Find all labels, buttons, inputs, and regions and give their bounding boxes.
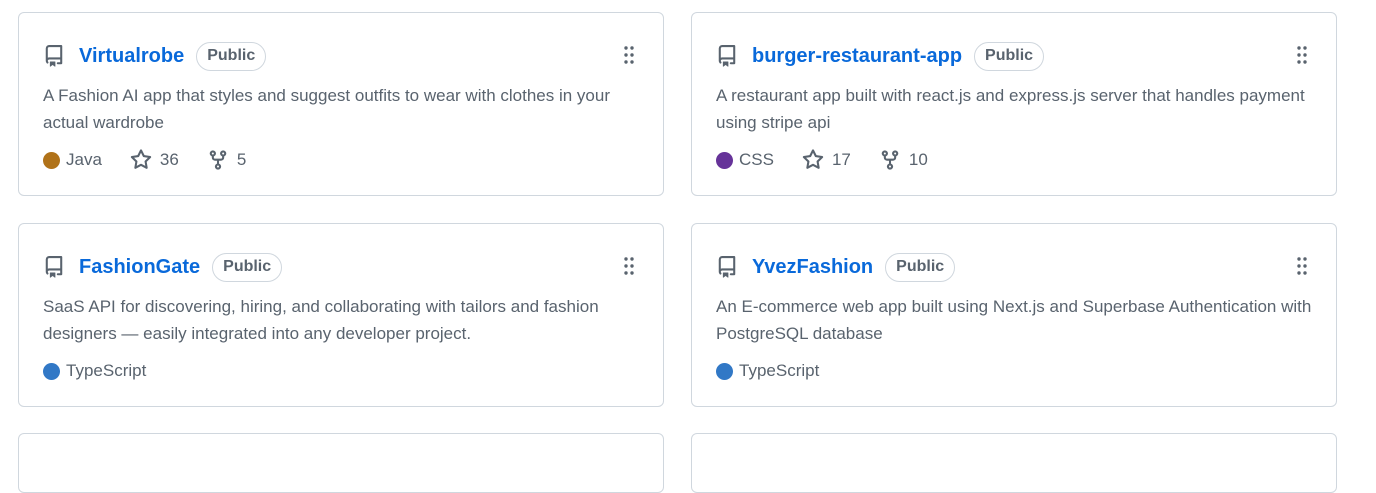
repo-card — [18, 433, 664, 493]
repo-icon — [716, 45, 738, 67]
repo-meta: TypeScript — [43, 359, 174, 383]
repo-meta: Java 36 5 — [43, 148, 274, 172]
repo-name-link[interactable]: Virtualrobe — [79, 45, 184, 68]
repo-language: TypeScript — [43, 361, 146, 381]
repo-meta: CSS 17 10 — [716, 148, 956, 172]
repo-icon — [43, 45, 65, 67]
stars-count: 17 — [831, 150, 851, 169]
repo-name-link[interactable]: YvezFashion — [752, 256, 873, 279]
repo-card: burger-restaurant-app Public A restauran… — [691, 12, 1337, 196]
repo-icon — [43, 256, 65, 278]
repo-language: TypeScript — [716, 361, 819, 381]
repo-card: Virtualrobe Public A Fashion AI app that… — [18, 12, 664, 196]
repo-card-header: FashionGate Public — [43, 252, 283, 282]
stars-link[interactable]: 17 — [802, 149, 851, 171]
visibility-badge: Public — [196, 41, 267, 71]
language-color-dot — [43, 151, 60, 169]
grabber-icon[interactable] — [1296, 256, 1308, 276]
repo-card-header: Virtualrobe Public — [43, 41, 267, 71]
grabber-icon[interactable] — [1296, 45, 1308, 65]
stars-count: 36 — [159, 150, 179, 169]
language-color-dot — [43, 362, 60, 380]
visibility-badge: Public — [885, 252, 956, 282]
language-color-dot — [716, 151, 733, 169]
fork-icon — [881, 150, 899, 170]
repo-card-header: YvezFashion Public — [716, 252, 956, 282]
repo-description: An E-commerce web app built using Next.j… — [716, 297, 1312, 343]
language-label: CSS — [739, 150, 774, 169]
repo-card — [691, 433, 1337, 493]
repo-card: FashionGate Public SaaS API for discover… — [18, 223, 664, 407]
repo-description: A Fashion AI app that styles and suggest… — [43, 86, 610, 132]
forks-count: 10 — [908, 150, 928, 169]
fork-icon — [209, 150, 227, 170]
visibility-badge: Public — [974, 41, 1045, 71]
visibility-badge: Public — [212, 252, 283, 282]
star-icon — [802, 149, 824, 169]
language-label: Java — [66, 150, 102, 169]
forks-count: 5 — [236, 150, 247, 169]
repo-language: CSS — [716, 150, 774, 170]
pinned-repos-grid: Virtualrobe Public A Fashion AI app that… — [0, 0, 1376, 493]
repo-language: Java — [43, 150, 102, 170]
repo-card-header: burger-restaurant-app Public — [716, 41, 1045, 71]
forks-link[interactable]: 5 — [207, 149, 246, 171]
repo-description: SaaS API for discovering, hiring, and co… — [43, 297, 599, 343]
repo-meta: TypeScript — [716, 359, 847, 383]
repo-name-link[interactable]: FashionGate — [79, 256, 200, 279]
grabber-icon[interactable] — [623, 256, 635, 276]
forks-link[interactable]: 10 — [879, 149, 928, 171]
repo-icon — [716, 256, 738, 278]
repo-card: YvezFashion Public An E-commerce web app… — [691, 223, 1337, 407]
grabber-icon[interactable] — [623, 45, 635, 65]
language-label: TypeScript — [66, 361, 147, 380]
language-label: TypeScript — [739, 361, 820, 380]
star-icon — [130, 149, 152, 169]
repo-description: A restaurant app built with react.js and… — [716, 86, 1305, 132]
language-color-dot — [716, 362, 733, 380]
stars-link[interactable]: 36 — [130, 149, 179, 171]
repo-name-link[interactable]: burger-restaurant-app — [752, 45, 962, 68]
